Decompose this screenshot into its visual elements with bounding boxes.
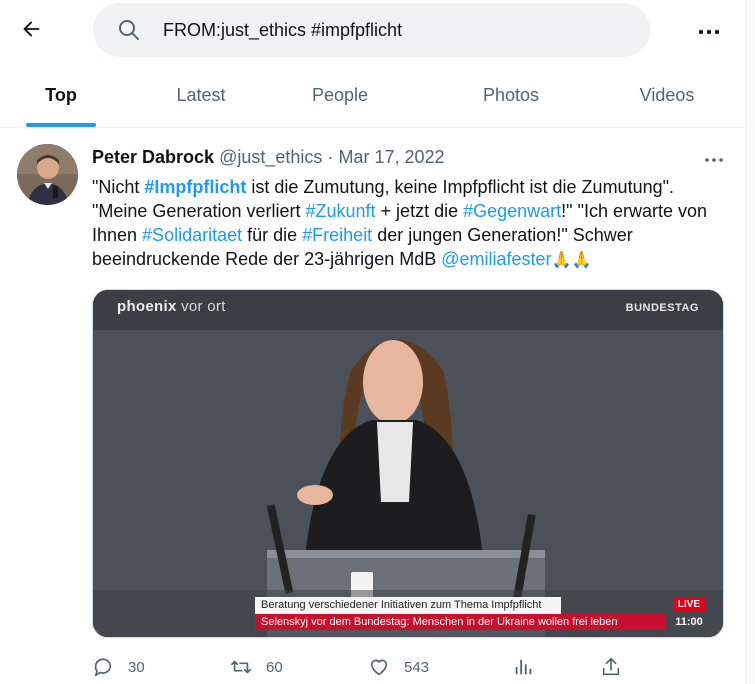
reply-icon (92, 656, 114, 678)
caption-ticker: Selenskyj vor dem Bundestag: Menschen in… (255, 614, 665, 630)
heart-icon (368, 656, 390, 678)
active-tab-indicator (26, 123, 96, 127)
tab-label: People (311, 85, 369, 105)
hashtag-link[interactable]: #Gegenwart (463, 201, 561, 221)
brand-name: phoenix (117, 298, 177, 315)
tab-latest[interactable]: Latest (140, 64, 262, 127)
share-icon (600, 656, 622, 678)
header-separator: · (327, 147, 334, 167)
retweet-icon (230, 656, 252, 678)
tweet-actions: 30 60 543 (92, 650, 632, 684)
author-name[interactable]: Peter Dabrock (92, 147, 214, 167)
hashtag-link[interactable]: #Impfpflicht (144, 177, 246, 197)
tweet-more-button[interactable] (700, 148, 728, 168)
live-badge: LIVE (673, 597, 705, 612)
retweet-button[interactable]: 60 (230, 650, 283, 684)
hashtag-link[interactable]: #Solidaritaet (142, 225, 242, 245)
broadcaster-logo: phoenix vor ort (117, 298, 226, 315)
folded-hands-emoji: 🙏🙏 (551, 252, 592, 269)
search-input[interactable] (163, 17, 633, 43)
text-segment: für die (242, 225, 303, 245)
tab-top[interactable]: Top (0, 64, 122, 127)
tweet[interactable]: Peter Dabrock @just_ethics · Mar 17, 202… (0, 130, 745, 684)
tab-label: Latest (176, 85, 226, 105)
bar-chart-icon (512, 656, 534, 678)
scrollbar[interactable] (745, 0, 755, 684)
back-button[interactable] (14, 14, 48, 48)
search-tabs: Top Latest People Photos Videos (0, 64, 745, 128)
reply-count: 30 (128, 658, 145, 676)
text-segment: "Nicht (92, 177, 145, 197)
more-options-button[interactable] (694, 16, 724, 46)
avatar[interactable] (17, 144, 78, 205)
more-horizontal-icon (705, 149, 723, 167)
arrow-left-icon (20, 18, 42, 45)
hashtag-link[interactable]: #Zukunft (306, 201, 376, 221)
tab-label: Photos (482, 85, 540, 105)
caption-title: Beratung verschiedener Initiativen zum T… (255, 597, 561, 614)
more-horizontal-icon (698, 22, 720, 40)
reply-button[interactable]: 30 (92, 650, 145, 684)
share-button[interactable] (600, 650, 636, 684)
tab-label: Videos (639, 85, 695, 105)
tab-videos[interactable]: Videos (606, 64, 728, 127)
search-bar[interactable] (93, 3, 650, 57)
tab-photos[interactable]: Photos (450, 64, 572, 127)
like-count: 543 (404, 658, 430, 676)
tab-people[interactable]: People (279, 64, 401, 127)
author-handle[interactable]: @just_ethics (219, 147, 322, 167)
tweet-text: "Nicht #Impfpflicht ist die Zumutung, ke… (92, 175, 732, 273)
like-button[interactable]: 543 (368, 650, 429, 684)
channel-label: BUNDESTAG (625, 302, 699, 314)
brand-suffix: vor ort (176, 298, 226, 315)
tab-label: Top (45, 85, 77, 105)
video-frame (93, 290, 723, 637)
tweet-header: Peter Dabrock @just_ethics · Mar 17, 202… (92, 147, 445, 168)
retweet-count: 60 (266, 658, 283, 676)
broadcast-time: 11:00 (675, 616, 703, 628)
mention-link[interactable]: @emiliafester (441, 249, 551, 269)
analytics-button[interactable] (512, 650, 548, 684)
tweet-video[interactable]: phoenix vor ort BUNDESTAG Beratung versc… (92, 289, 724, 638)
tweet-date[interactable]: Mar 17, 2022 (338, 147, 444, 167)
top-bar (0, 0, 755, 62)
hashtag-link[interactable]: #Freiheit (302, 225, 372, 245)
text-segment: + jetzt die (375, 201, 464, 221)
search-icon (117, 18, 141, 42)
